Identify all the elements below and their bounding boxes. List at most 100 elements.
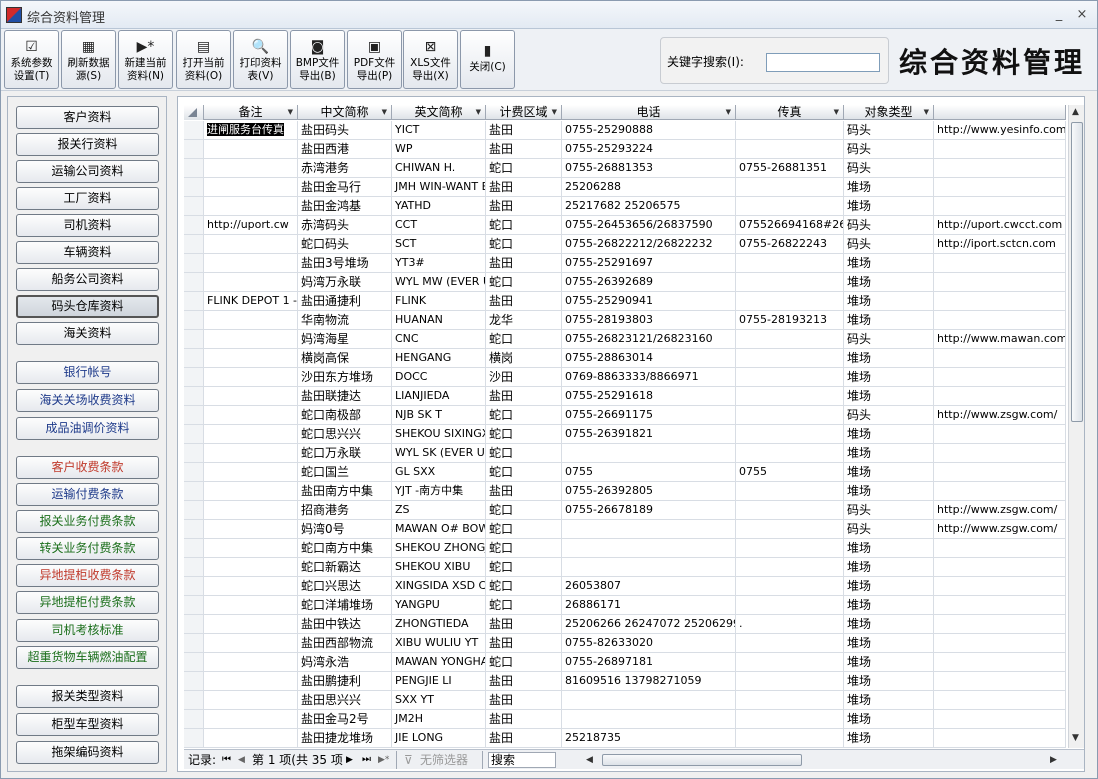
row-selector[interactable] [184, 311, 204, 329]
table-row[interactable]: 蛇口兴思达 XINGSIDA XSD CS 蛇口 26053807 堆场 [184, 577, 1066, 596]
table-cell[interactable]: 0755-25293224 [562, 140, 736, 158]
table-row[interactable]: 沙田东方堆场 DOCC 沙田 0769-8863333/8866971 堆场 [184, 368, 1066, 387]
filter-icon[interactable]: ⊽ [404, 752, 413, 768]
table-cell[interactable]: 堆场 [844, 634, 934, 652]
table-cell[interactable]: 0755-26392805 [562, 482, 736, 500]
sidebar-item-18[interactable]: 司机考核标准 [16, 619, 159, 642]
table-cell[interactable] [204, 482, 298, 500]
table-cell[interactable]: 堆场 [844, 254, 934, 272]
table-cell[interactable]: 25206266 26247072 25206299 [562, 615, 736, 633]
table-cell[interactable]: 盐田 [486, 292, 562, 310]
table-cell[interactable]: 盐田 [486, 672, 562, 690]
table-cell[interactable] [736, 254, 844, 272]
table-cell[interactable]: 堆场 [844, 311, 934, 329]
table-cell[interactable]: 盐田 [486, 710, 562, 728]
column-header-6[interactable]: 对象类型 ▼ [844, 105, 934, 120]
table-cell[interactable] [736, 691, 844, 709]
table-cell[interactable] [562, 558, 736, 576]
table-cell[interactable]: 妈湾海星 [298, 330, 392, 348]
table-cell[interactable] [934, 634, 1066, 652]
table-cell[interactable]: 0755 [736, 463, 844, 481]
table-cell[interactable]: 码头 [844, 501, 934, 519]
table-cell[interactable]: 堆场 [844, 425, 934, 443]
table-cell[interactable]: 盐田 [486, 140, 562, 158]
table-cell[interactable]: http://uport.cwcct.com [934, 216, 1066, 234]
table-cell[interactable]: 码头 [844, 406, 934, 424]
table-cell[interactable]: 蛇口 [486, 425, 562, 443]
table-cell[interactable] [934, 482, 1066, 500]
toolbar-button-5[interactable]: ◙ BMP文件 导出(B) [290, 30, 345, 89]
table-cell[interactable]: 堆场 [844, 672, 934, 690]
table-cell[interactable] [204, 387, 298, 405]
sidebar-item-1[interactable]: 报关行资料 [16, 133, 159, 156]
scroll-right-icon[interactable]: ▶ [1050, 752, 1057, 768]
row-selector[interactable] [184, 273, 204, 291]
toolbar-button-3[interactable]: ▤ 打开当前 资料(O) [176, 30, 231, 89]
table-cell[interactable]: 堆场 [844, 178, 934, 196]
table-cell[interactable]: 进闸服务台传真 [204, 121, 298, 139]
row-selector[interactable] [184, 387, 204, 405]
table-cell[interactable] [736, 178, 844, 196]
table-cell[interactable]: 盐田 [486, 178, 562, 196]
table-cell[interactable]: 0755-26392689 [562, 273, 736, 291]
table-cell[interactable] [562, 520, 736, 538]
sidebar-item-0[interactable]: 客户资料 [16, 106, 159, 129]
toolbar-button-8[interactable]: ▮ 关闭(C) [460, 30, 515, 89]
table-cell[interactable]: 堆场 [844, 539, 934, 557]
table-cell[interactable] [736, 406, 844, 424]
table-cell[interactable]: FLINK DEPOT 1 - [204, 292, 298, 310]
table-cell[interactable]: JM2H [392, 710, 486, 728]
table-cell[interactable] [204, 425, 298, 443]
row-selector[interactable] [184, 159, 204, 177]
row-selector[interactable] [184, 672, 204, 690]
table-cell[interactable]: YATHD [392, 197, 486, 215]
table-cell[interactable]: 堆场 [844, 273, 934, 291]
table-cell[interactable] [736, 501, 844, 519]
table-cell[interactable] [204, 596, 298, 614]
table-cell[interactable]: http://uport.cw [204, 216, 298, 234]
column-header-2[interactable]: 英文简称 ▼ [392, 105, 486, 120]
table-cell[interactable]: 堆场 [844, 444, 934, 462]
column-header-4[interactable]: 电话 ▼ [562, 105, 736, 120]
table-cell[interactable]: 0769-8863333/8866971 [562, 368, 736, 386]
table-cell[interactable]: 横岗高保 [298, 349, 392, 367]
minimize-button[interactable]: _ [1049, 5, 1069, 25]
table-row[interactable]: 盐田西港 WP 盐田 0755-25293224 码头 [184, 140, 1066, 159]
table-cell[interactable] [204, 349, 298, 367]
table-cell[interactable]: 盐田西部物流 [298, 634, 392, 652]
table-cell[interactable]: 盐田3号堆场 [298, 254, 392, 272]
table-cell[interactable]: YJT -南方中集 [392, 482, 486, 500]
table-cell[interactable] [934, 672, 1066, 690]
toolbar-button-1[interactable]: ▦ 刷新数据 源(S) [61, 30, 116, 89]
table-cell[interactable] [736, 121, 844, 139]
table-cell[interactable] [934, 729, 1066, 747]
keyword-search-input[interactable] [766, 53, 880, 72]
toolbar-button-4[interactable]: 🔍 打印资料 表(V) [233, 30, 288, 89]
table-row[interactable]: 盐田金马2号 JM2H 盐田 堆场 [184, 710, 1066, 729]
table-cell[interactable] [736, 634, 844, 652]
table-cell[interactable]: SHEKOU SIXINGXI [392, 425, 486, 443]
table-cell[interactable]: 蛇口南极部 [298, 406, 392, 424]
sidebar-item-14[interactable]: 报关业务付费条款 [16, 510, 159, 533]
table-row[interactable]: 蛇口南极部 NJB SK T 蛇口 0755-26691175 码头 http://www… [184, 406, 1066, 425]
table-cell[interactable]: 盐田 [486, 121, 562, 139]
table-cell[interactable]: 赤湾港务 [298, 159, 392, 177]
table-cell[interactable] [204, 653, 298, 671]
table-cell[interactable]: 堆场 [844, 197, 934, 215]
table-cell[interactable] [204, 197, 298, 215]
row-selector[interactable] [184, 558, 204, 576]
table-cell[interactable]: 蛇口 [486, 216, 562, 234]
table-cell[interactable]: 堆场 [844, 615, 934, 633]
table-row[interactable]: 蛇口码头 SCT 蛇口 0755-26822212/26822232 0755-2682… [184, 235, 1066, 254]
table-cell[interactable] [204, 406, 298, 424]
table-row[interactable]: 妈湾永浩 MAWAN YONGHAO 蛇口 0755-26897181 堆场 [184, 653, 1066, 672]
row-selector[interactable] [184, 178, 204, 196]
table-cell[interactable] [204, 577, 298, 595]
sidebar-item-8[interactable]: 海关资料 [16, 322, 159, 345]
table-cell[interactable]: 蛇口 [486, 596, 562, 614]
table-cell[interactable]: CCT [392, 216, 486, 234]
table-cell[interactable] [204, 539, 298, 557]
table-cell[interactable]: 盐田 [486, 254, 562, 272]
row-selector[interactable] [184, 577, 204, 595]
table-cell[interactable]: 码头 [844, 140, 934, 158]
